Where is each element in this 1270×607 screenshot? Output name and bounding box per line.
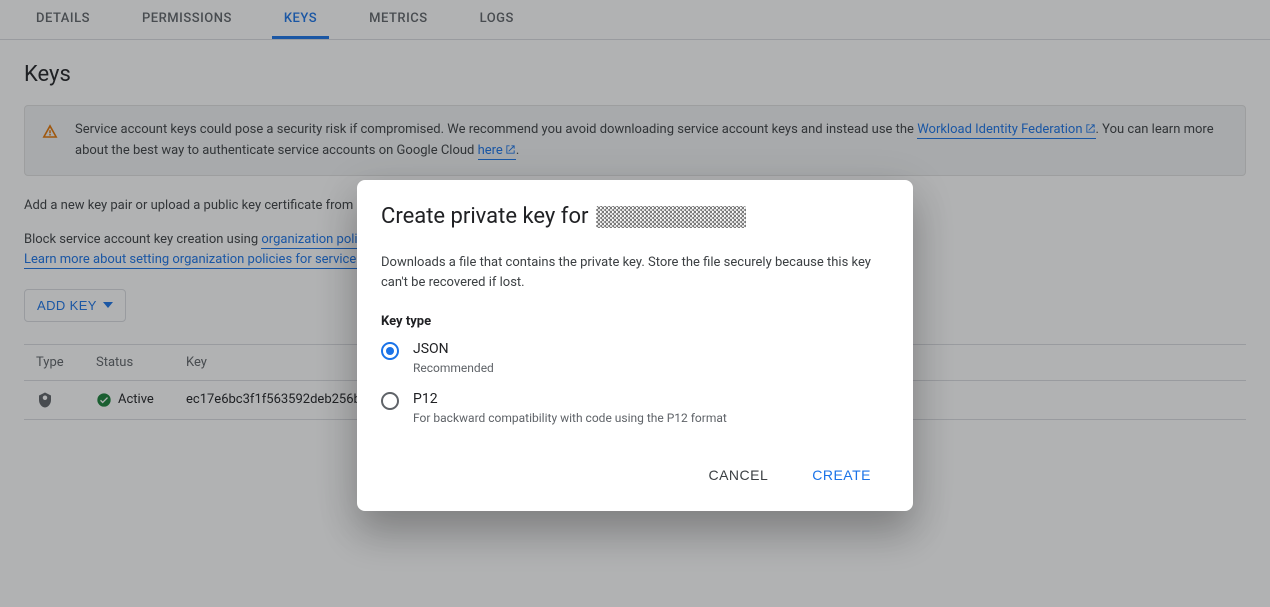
create-button[interactable]: CREATE (802, 459, 881, 491)
key-type-label: Key type (381, 314, 889, 329)
dialog-title: Create private key for (381, 204, 889, 229)
modal-overlay[interactable]: Create private key for Downloads a file … (0, 0, 1270, 607)
create-key-dialog: Create private key for Downloads a file … (357, 180, 913, 511)
cancel-button[interactable]: CANCEL (698, 459, 778, 491)
dialog-description: Downloads a file that contains the priva… (381, 253, 889, 292)
key-type-json-option[interactable]: JSON Recommended (381, 341, 889, 375)
radio-sublabel: For backward compatibility with code usi… (413, 411, 727, 425)
radio-label: JSON (413, 341, 494, 357)
radio-icon (381, 392, 399, 410)
radio-label: P12 (413, 391, 727, 407)
key-type-p12-option[interactable]: P12 For backward compatibility with code… (381, 391, 889, 425)
dialog-title-prefix: Create private key for (381, 204, 588, 229)
radio-icon (381, 342, 399, 360)
redacted-account-name (596, 206, 746, 228)
dialog-actions: CANCEL CREATE (381, 441, 889, 503)
radio-sublabel: Recommended (413, 361, 494, 375)
